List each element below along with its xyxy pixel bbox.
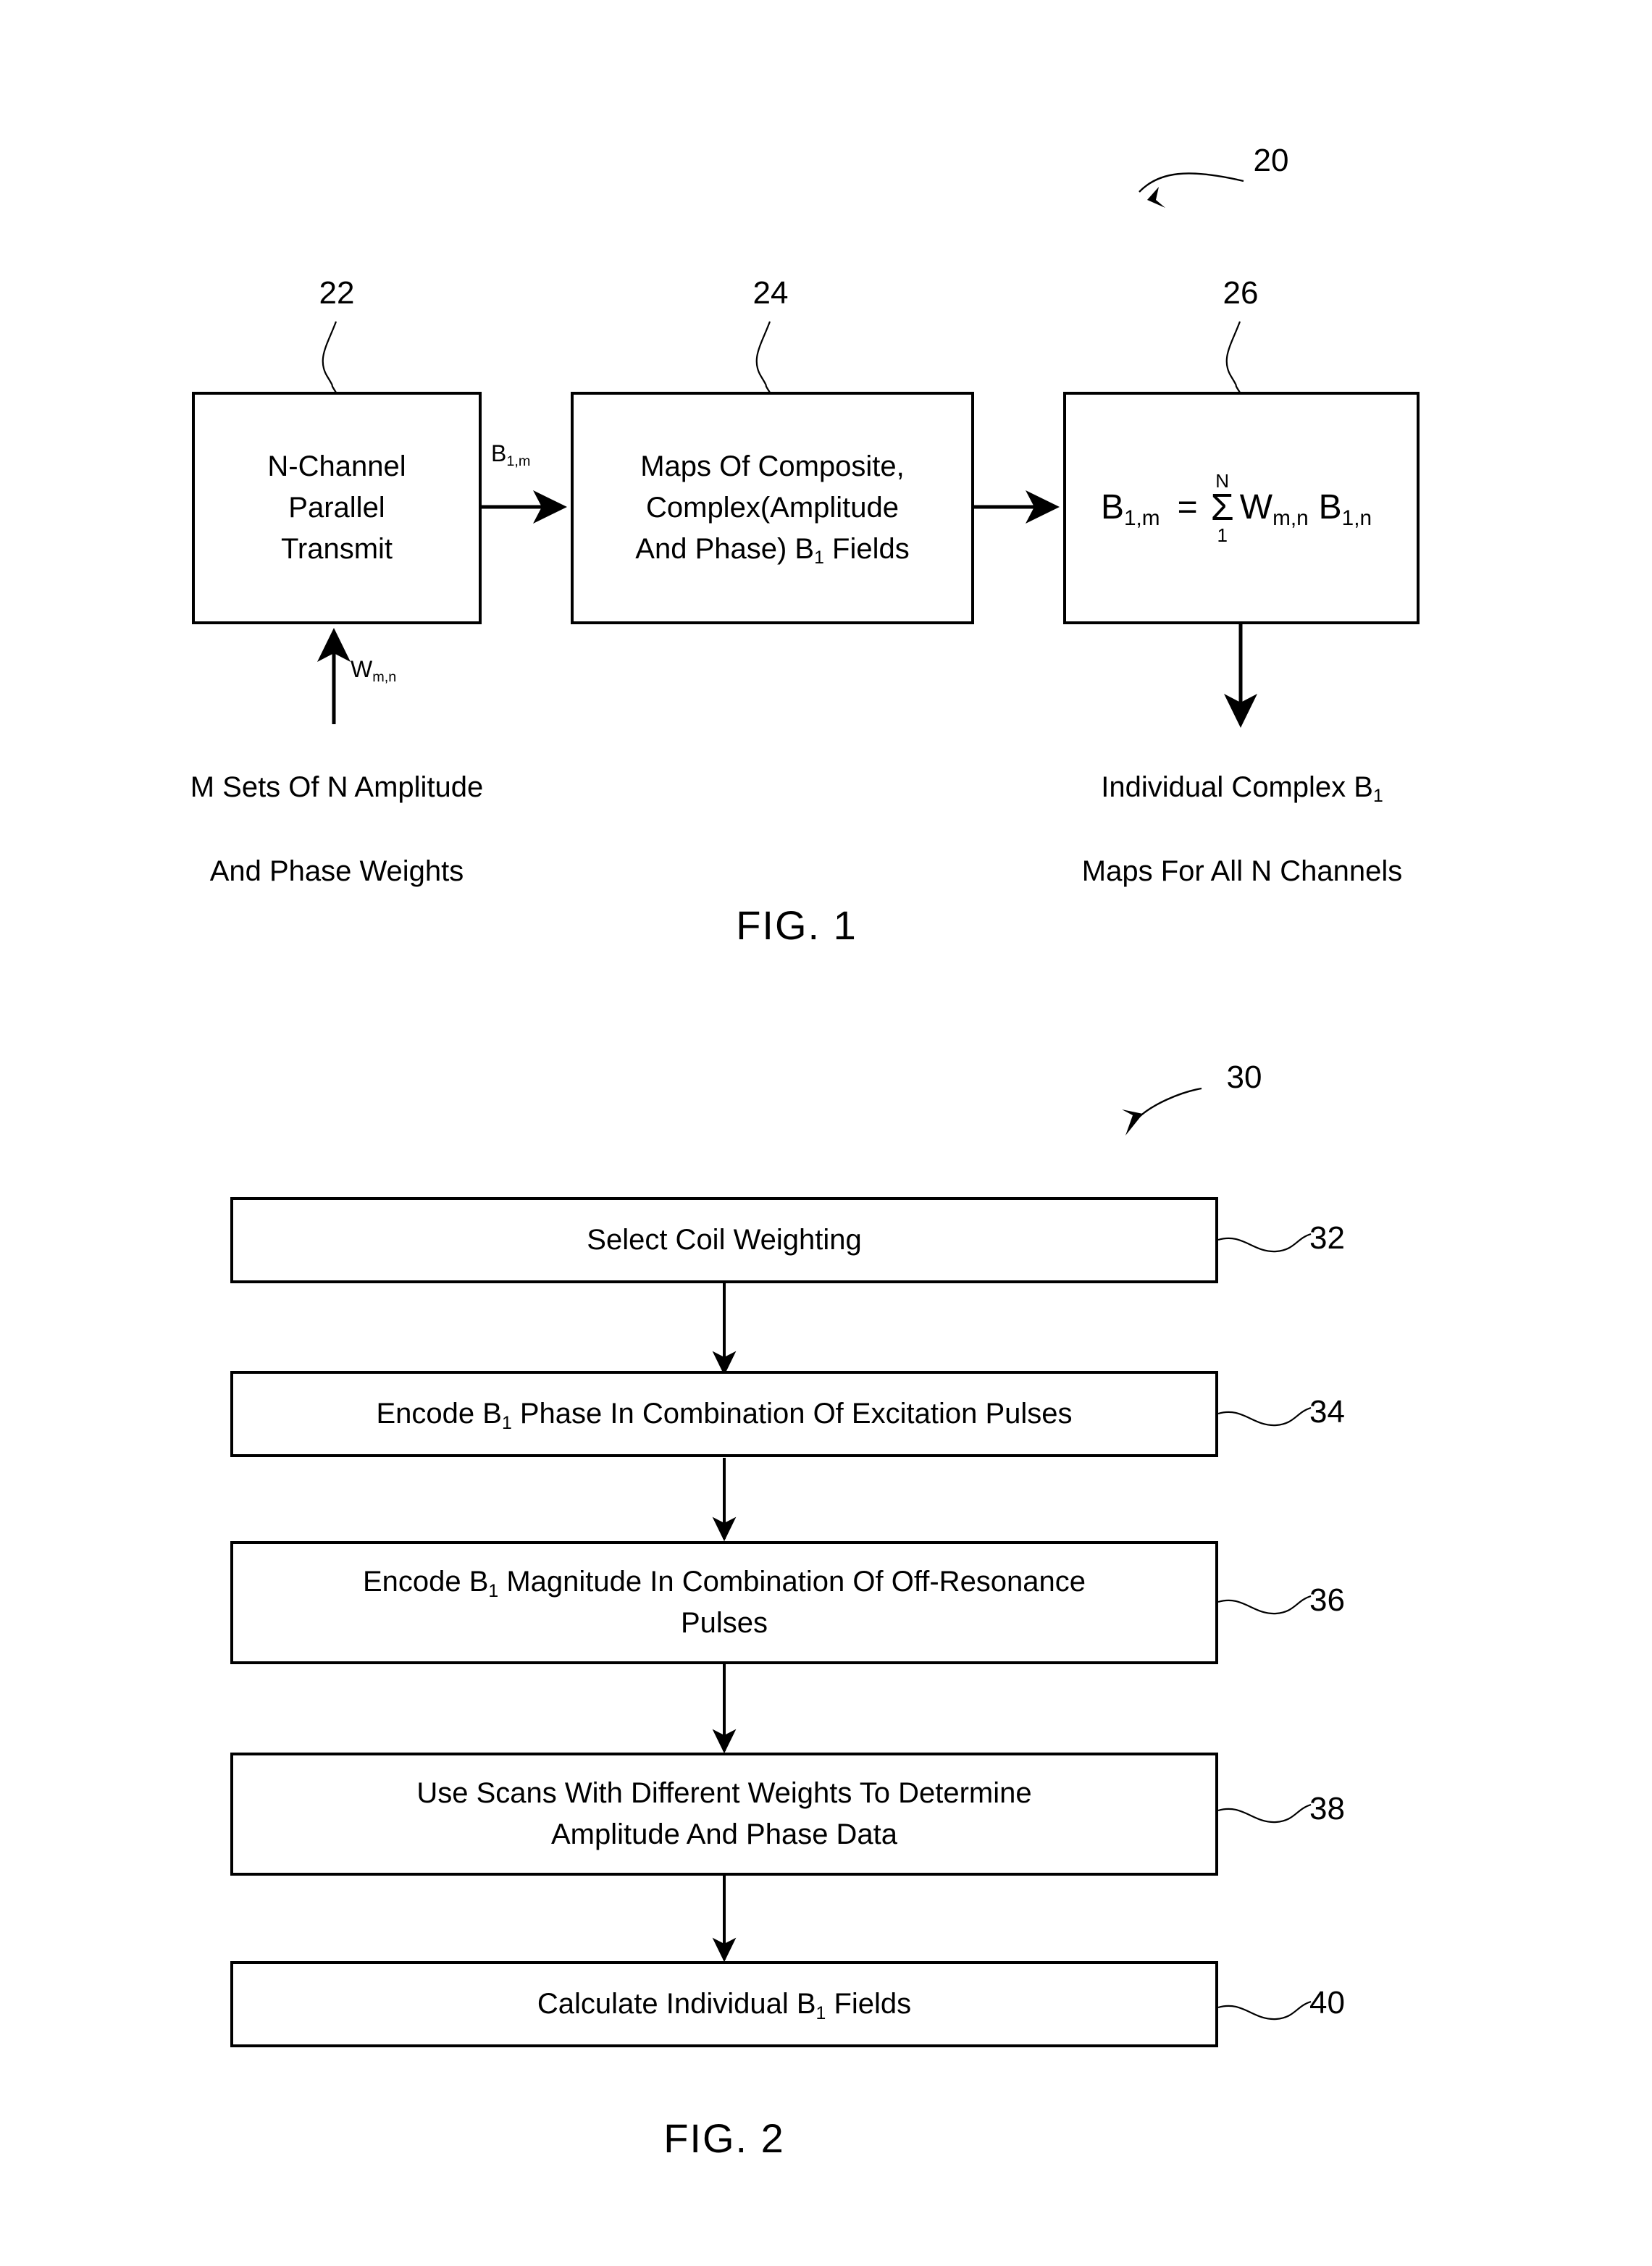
system-ref-20-leader [1139, 172, 1244, 208]
formula-w-subscript: m,n [1272, 506, 1309, 531]
arrow-label-wmn-subscript: m,n [372, 668, 397, 685]
formula-sigma-icon: Σ [1210, 486, 1234, 529]
arrow-label-b1m-subscript: 1,m [506, 453, 531, 469]
step-use-scans-different-weights: Use Scans With Different Weights To Dete… [230, 1753, 1218, 1876]
ref-number-20: 20 [1253, 143, 1289, 178]
caption-output-b1-maps: Individual Complex B1 Maps For All N Cha… [1010, 724, 1474, 934]
ref-number-26: 26 [1223, 275, 1259, 311]
ref-40-leader [1217, 2000, 1312, 2020]
arrow-label-b1m-base: B [491, 440, 507, 466]
block-24-line-3-a: And Phase) B [635, 532, 815, 565]
step-34-subscript: 1 [501, 1413, 512, 1433]
ref-number-38: 38 [1309, 1791, 1345, 1826]
formula-lhs-subscript: 1,m [1123, 506, 1160, 531]
formula-lhs: B1,m [1100, 488, 1160, 529]
ref-32-leader [1217, 1233, 1312, 1253]
formula-sum-lower-limit: 1 [1217, 524, 1228, 547]
block-24-line-3-subscript: 1 [814, 548, 824, 568]
caption-output-line-1-subscript: 1 [1372, 786, 1383, 807]
ref-38-leader [1217, 1803, 1312, 1824]
block-n-channel-parallel-transmit: N-Channel Parallel Transmit [192, 392, 482, 624]
ref-number-30: 30 [1226, 1059, 1262, 1095]
caption-input-weights: M Sets Of N Amplitude And Phase Weights [116, 724, 558, 934]
formula-summation: N Σ 1 [1211, 471, 1234, 545]
formula-b-base: B [1318, 488, 1342, 527]
connector-overlay [317, 172, 1312, 2020]
ref-number-40: 40 [1309, 1985, 1345, 2020]
block-24-line-3: And Phase) B1 Fields [635, 529, 909, 570]
ref-24-leader [755, 321, 771, 393]
arrow-label-wmn-base: W [351, 656, 373, 682]
step-36-line-2: Pulses [680, 1607, 768, 1639]
caption-output-line-1: Individual Complex B1 [1010, 766, 1474, 808]
step-select-coil-weighting: Select Coil Weighting [230, 1197, 1218, 1283]
step-calculate-individual-b1-fields: Calculate Individual B1 Fields [230, 1961, 1218, 2047]
step-34-label: Encode B1 Phase In Combination Of Excita… [369, 1393, 1080, 1435]
step-38-label: Use Scans With Different Weights To Dete… [409, 1773, 1039, 1855]
step-32-label: Select Coil Weighting [587, 1224, 862, 1256]
ref-number-34: 34 [1309, 1394, 1345, 1430]
system-ref-30-leader [1122, 1087, 1202, 1136]
block-24-line-1: Maps Of Composite, [640, 450, 905, 483]
arrow-label-b1m: B1,m [491, 440, 530, 469]
step-34-text-a: Encode B [376, 1398, 502, 1430]
arrow-label-wmn: Wm,n [351, 656, 396, 684]
step-38-line-1: Use Scans With Different Weights To Dete… [416, 1777, 1032, 1810]
step-40-text-b: Fields [826, 1988, 912, 2020]
ref-22-leader [322, 321, 337, 393]
formula-field-term: B1,n [1318, 488, 1372, 529]
ref-number-24: 24 [752, 275, 789, 311]
patent-drawing-sheet: 20 22 24 26 N-Channel Parallel Transmit … [0, 0, 1652, 2266]
step-40-text-a: Calculate Individual B [537, 1988, 816, 2020]
block-24-line-3-b: Fields [823, 532, 910, 565]
figure-2-caption: FIG. 2 [663, 2115, 785, 2161]
caption-input-weights-line-2: And Phase Weights [209, 855, 464, 887]
ref-number-36: 36 [1309, 1582, 1345, 1618]
block-24-line-2: Complex(Amplitude [645, 492, 900, 524]
block-b1m-summation-formula: B1,m = N Σ 1 Wm,n B1,n [1063, 392, 1420, 624]
step-36-subscript: 1 [488, 1581, 499, 1601]
formula-b1m: B1,m = N Σ 1 Wm,n B1,n [1101, 471, 1382, 545]
step-36-label: Encode B1 Magnitude In Combination Of Of… [356, 1561, 1093, 1644]
block-22-line-1: N-Channel [267, 450, 406, 483]
caption-input-weights-line-1: M Sets Of N Amplitude [190, 771, 484, 803]
ref-36-leader [1217, 1595, 1312, 1615]
step-encode-b1-phase: Encode B1 Phase In Combination Of Excita… [230, 1371, 1218, 1457]
step-38-line-2: Amplitude And Phase Data [550, 1818, 898, 1850]
block-maps-of-composite-b1-fields: Maps Of Composite, Complex(Amplitude And… [571, 392, 974, 624]
ref-number-32: 32 [1309, 1220, 1345, 1256]
step-40-subscript: 1 [815, 2003, 826, 2023]
ref-26-leader [1225, 321, 1241, 393]
step-40-label: Calculate Individual B1 Fields [530, 1984, 918, 2025]
formula-lhs-base: B [1100, 488, 1124, 527]
caption-output-line-1-a: Individual Complex B [1101, 771, 1373, 803]
step-36-text-b: Magnitude In Combination Of Off-Resonanc… [498, 1566, 1086, 1598]
step-36-text-a: Encode B [362, 1566, 489, 1598]
step-encode-b1-magnitude: Encode B1 Magnitude In Combination Of Of… [230, 1541, 1218, 1664]
caption-output-line-2: Maps For All N Channels [1081, 855, 1403, 887]
figure-1-caption: FIG. 1 [736, 902, 858, 948]
ref-34-leader [1217, 1406, 1312, 1427]
block-22-line-3: Transmit [280, 532, 393, 565]
ref-number-22: 22 [319, 275, 355, 311]
formula-weight-term: Wm,n [1239, 488, 1309, 529]
step-36-line-1: Encode B1 Magnitude In Combination Of Of… [363, 1561, 1086, 1603]
formula-b-subscript: 1,n [1341, 506, 1372, 531]
formula-equals: = [1177, 488, 1198, 527]
step-34-text-b: Phase In Combination Of Excitation Pulse… [511, 1398, 1073, 1430]
formula-w-base: W [1239, 488, 1273, 527]
block-22-line-2: Parallel [288, 492, 385, 524]
